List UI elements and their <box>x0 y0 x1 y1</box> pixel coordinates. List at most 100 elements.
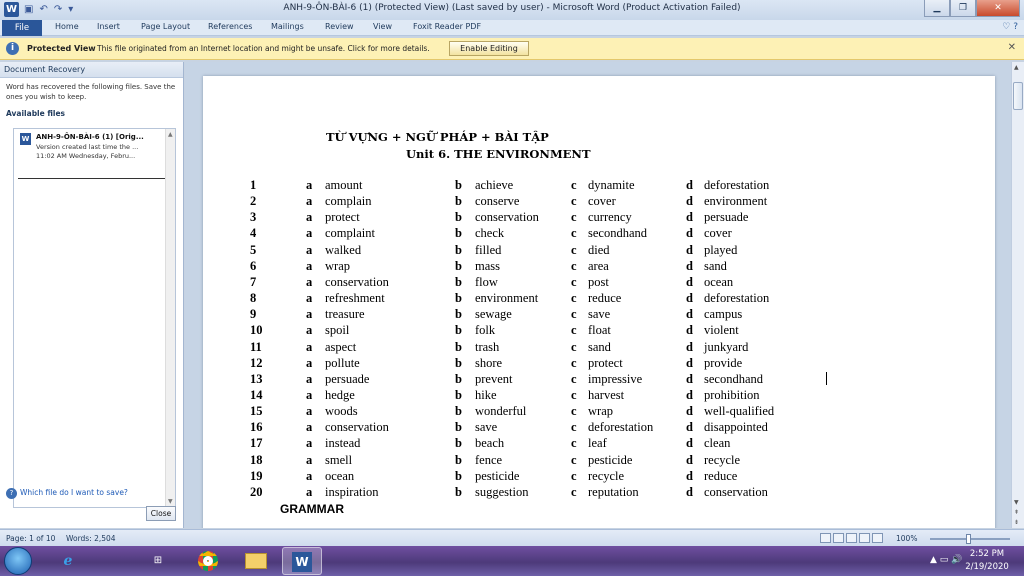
print-layout-icon[interactable] <box>820 533 831 543</box>
exercise-row: 10 a spoil b folk c float d violent <box>203 323 995 339</box>
option-letter-a: a <box>306 226 313 241</box>
zoom-slider-thumb[interactable] <box>966 534 971 544</box>
exercise-row: 14 a hedge b hike c harvest d prohibition <box>203 388 995 404</box>
exercise-row: 5 a walked b filled c died d played <box>203 243 995 259</box>
vertical-scrollbar[interactable]: ▲ ▼ ⇞ ⇟ <box>1011 62 1024 528</box>
internet-explorer-icon[interactable]: e <box>48 547 88 575</box>
option-word-a: complain <box>325 194 372 209</box>
draft-icon[interactable] <box>872 533 883 543</box>
exercise-row: 7 a conservation b flow c post d ocean <box>203 275 995 291</box>
tab-home[interactable]: Home <box>55 22 79 31</box>
option-word-d: conservation <box>704 484 768 499</box>
clock[interactable]: 2:52 PM 2/19/2020 <box>962 548 1012 574</box>
help-link[interactable]: ? Which file do I want to save? <box>6 488 128 499</box>
restore-button[interactable]: ❐ <box>950 0 976 17</box>
outline-icon[interactable] <box>859 533 870 543</box>
previous-page-icon[interactable]: ⇞ <box>1014 509 1019 516</box>
option-letter-d: d <box>686 452 693 467</box>
tray-icons[interactable]: ▲ ▭ 🔊 <box>930 555 962 565</box>
question-number: 5 <box>250 242 257 257</box>
option-letter-b: b <box>455 242 462 257</box>
scroll-down-icon[interactable]: ▼ <box>168 498 173 505</box>
recovered-file-item[interactable]: W ANH-9-ÔN-BÀI-6 (1) [Orig... Version cr… <box>18 129 171 179</box>
option-letter-a: a <box>306 387 313 402</box>
start-button[interactable] <box>4 547 32 575</box>
info-icon: i <box>6 42 19 55</box>
next-page-icon[interactable]: ⇟ <box>1014 519 1019 526</box>
exercise-row: 20 a inspiration b suggestion c reputation d con… <box>203 485 995 501</box>
zoom-level[interactable]: 100% <box>896 534 917 543</box>
exercise-row: 19 a ocean b pesticide c recycle d reduce <box>203 469 995 485</box>
enable-editing-button[interactable]: Enable Editing <box>449 41 529 56</box>
option-word-a: protect <box>325 210 360 225</box>
file-list-scrollbar[interactable]: ▲ ▼ <box>165 129 175 507</box>
scrollbar-thumb[interactable] <box>1013 82 1023 110</box>
option-word-c: leaf <box>588 436 607 451</box>
option-letter-b: b <box>455 404 462 419</box>
option-letter-a: a <box>306 436 313 451</box>
option-word-d: cover <box>704 226 732 241</box>
tab-review[interactable]: Review <box>325 22 354 31</box>
minimize-ribbon-icon[interactable]: ♡ <box>1002 22 1010 32</box>
question-number: 13 <box>250 371 263 386</box>
option-letter-b: b <box>455 355 462 370</box>
question-number: 17 <box>250 436 263 451</box>
minimize-button[interactable]: ▁ <box>924 0 950 17</box>
option-word-a: instead <box>325 436 361 451</box>
tab-references[interactable]: References <box>208 22 252 31</box>
option-letter-b: b <box>455 210 462 225</box>
tab-view[interactable]: View <box>373 22 392 31</box>
option-word-a: pollute <box>325 355 360 370</box>
document-page[interactable]: TỪ VỰNG + NGỮ PHÁP + BÀI TẬP Unit 6. THE… <box>203 76 995 528</box>
protected-view-message[interactable]: This file originated from an Internet lo… <box>97 44 430 53</box>
option-word-b: shore <box>475 355 503 370</box>
option-word-d: persuade <box>704 210 749 225</box>
question-number: 2 <box>250 194 257 209</box>
option-letter-d: d <box>686 387 693 402</box>
exercise-row: 3 a protect b conservation c currency d persuade <box>203 210 995 226</box>
option-word-b: fence <box>475 452 503 467</box>
close-window-button[interactable]: ✕ <box>976 0 1020 17</box>
scroll-up-icon[interactable]: ▲ <box>1014 64 1019 71</box>
title-bar: W ▣ ↶ ↷ ▾ ANH-9-ÔN-BÀI-6 (1) (Protected … <box>0 0 1024 20</box>
option-letter-a: a <box>306 210 313 225</box>
help-icon[interactable]: ? <box>1013 22 1018 32</box>
network-icon[interactable]: ⊞ <box>138 547 178 575</box>
scroll-down-icon[interactable]: ▼ <box>1014 499 1019 506</box>
option-word-d: campus <box>704 307 743 322</box>
chrome-icon[interactable] <box>188 547 228 575</box>
exercise-row: 9 a treasure b sewage c save d campus <box>203 307 995 323</box>
tab-mailings[interactable]: Mailings <box>271 22 304 31</box>
question-number: 20 <box>250 484 263 499</box>
tab-file[interactable]: File <box>2 20 42 36</box>
tab-insert[interactable]: Insert <box>97 22 120 31</box>
option-letter-c: c <box>571 436 577 451</box>
recovery-pane-title: Document Recovery <box>0 62 183 78</box>
web-layout-icon[interactable] <box>846 533 857 543</box>
file-explorer-icon[interactable] <box>236 547 276 575</box>
question-number: 9 <box>250 307 257 322</box>
tab-page-layout[interactable]: Page Layout <box>141 22 190 31</box>
close-bar-icon[interactable]: ✕ <box>1008 42 1016 53</box>
question-number: 6 <box>250 258 257 273</box>
option-letter-b: b <box>455 226 462 241</box>
option-letter-c: c <box>571 210 577 225</box>
close-recovery-button[interactable]: Close <box>146 506 176 521</box>
option-letter-a: a <box>306 355 313 370</box>
taskbar: e ⊞ W ▲ ▭ 🔊 2:52 PM 2/19/2020 <box>0 546 1024 576</box>
word-taskbar-icon[interactable]: W <box>282 547 322 575</box>
option-letter-d: d <box>686 274 693 289</box>
zoom-slider[interactable] <box>930 534 1010 544</box>
full-screen-reading-icon[interactable] <box>833 533 844 543</box>
option-letter-c: c <box>571 323 577 338</box>
tab-foxit-reader-pdf[interactable]: Foxit Reader PDF <box>413 22 481 31</box>
option-letter-c: c <box>571 387 577 402</box>
question-number: 4 <box>250 226 257 241</box>
ribbon-right-controls: ♡ ? <box>1002 22 1018 32</box>
option-word-a: complaint <box>325 226 375 241</box>
page-count[interactable]: Page: 1 of 10 <box>6 534 55 543</box>
word-count[interactable]: Words: 2,504 <box>66 534 116 543</box>
scroll-up-icon[interactable]: ▲ <box>168 131 173 138</box>
question-number: 19 <box>250 468 263 483</box>
help-link-text[interactable]: Which file do I want to save? <box>20 488 128 497</box>
